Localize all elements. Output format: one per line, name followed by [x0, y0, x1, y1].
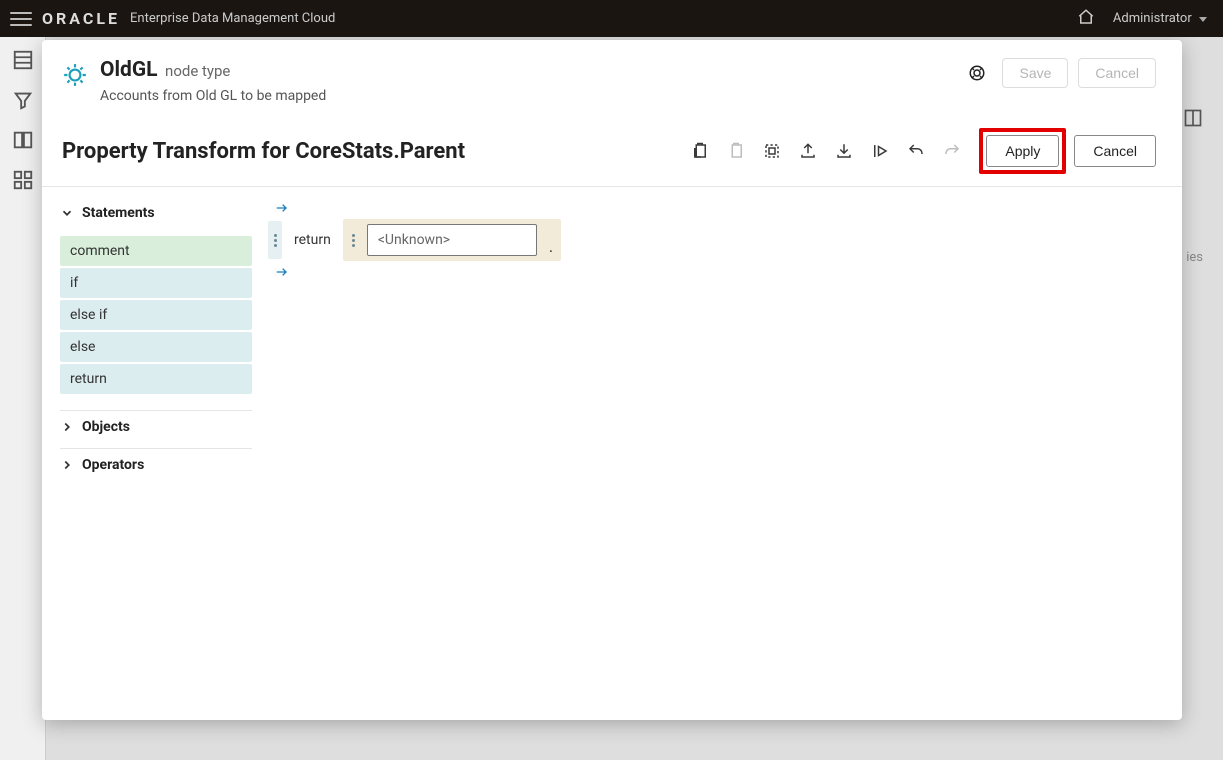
rail-apps-icon[interactable] — [12, 169, 34, 191]
title-suffix: node type — [165, 62, 230, 80]
user-menu[interactable]: Administrator — [1113, 11, 1207, 26]
palette-item-comment[interactable]: comment — [60, 236, 252, 266]
expression-value-box[interactable]: <Unknown> — [367, 224, 537, 256]
expression-canvas: return <Unknown> . — [252, 187, 1182, 720]
group-label-operators: Operators — [82, 457, 144, 473]
rail-views-icon[interactable] — [12, 49, 34, 71]
section-toolbar: Property Transform for CoreStats.Parent … — [42, 122, 1182, 187]
modal-body: Statements comment if else if else retur… — [42, 187, 1182, 720]
cancel-action-button[interactable]: Cancel — [1074, 135, 1156, 167]
export-icon[interactable] — [799, 142, 817, 160]
palette-items-statements: comment if else if else return — [60, 230, 252, 406]
property-transform-modal: OldGL node type Accounts from Old GL to … — [42, 40, 1182, 720]
bg-text-fragment: ies — [1186, 250, 1203, 265]
home-icon[interactable] — [1077, 8, 1095, 30]
group-label-statements: Statements — [82, 205, 155, 221]
undo-icon[interactable] — [907, 142, 925, 160]
statement-terminator: . — [549, 237, 553, 256]
import-icon[interactable] — [835, 142, 853, 160]
section-title: Property Transform for CoreStats.Parent — [62, 139, 691, 164]
user-name: Administrator — [1113, 11, 1192, 26]
palette-item-elseif[interactable]: else if — [60, 300, 252, 330]
insert-slot-top[interactable] — [260, 197, 1162, 219]
paste-icon[interactable] — [691, 142, 709, 160]
palette-group-operators[interactable]: Operators — [60, 449, 252, 482]
apply-highlight-frame: Apply — [979, 128, 1066, 174]
nodetype-icon — [62, 62, 88, 92]
rail-filter-icon[interactable] — [12, 89, 34, 111]
chevron-down-icon — [60, 206, 74, 220]
insert-slot-bottom[interactable] — [260, 261, 1162, 283]
help-icon[interactable] — [968, 64, 986, 82]
palette-item-if[interactable]: if — [60, 268, 252, 298]
chevron-right-icon — [60, 420, 74, 434]
expression-wrapper: <Unknown> . — [343, 219, 561, 261]
toolbar-icons — [691, 142, 961, 160]
save-button[interactable]: Save — [1002, 58, 1068, 88]
palette-item-return[interactable]: return — [60, 364, 252, 394]
select-all-icon[interactable] — [763, 142, 781, 160]
expression-value-text: <Unknown> — [378, 232, 450, 248]
group-label-objects: Objects — [82, 419, 130, 435]
hamburger-menu-icon[interactable] — [10, 8, 32, 30]
return-keyword: return — [288, 232, 337, 248]
redo-icon — [943, 142, 961, 160]
drag-handle-icon[interactable] — [268, 221, 282, 259]
palette-panel: Statements comment if else if else retur… — [42, 187, 252, 720]
run-icon[interactable] — [871, 142, 889, 160]
statement-row-return: return <Unknown> . — [260, 219, 1162, 261]
bg-layout-icon — [1183, 108, 1203, 132]
palette-group-objects[interactable]: Objects — [60, 411, 252, 444]
palette-item-else[interactable]: else — [60, 332, 252, 362]
drag-handle-icon[interactable] — [347, 224, 361, 256]
modal-title: OldGL node type — [100, 58, 968, 82]
left-rail — [0, 37, 46, 760]
global-header: ORACLE Enterprise Data Management Cloud … — [0, 0, 1223, 37]
cancel-top-button[interactable]: Cancel — [1078, 58, 1156, 88]
copy-disabled-icon — [727, 142, 745, 160]
palette-group-statements[interactable]: Statements — [60, 197, 252, 230]
apply-button[interactable]: Apply — [986, 135, 1059, 167]
brand-logo: ORACLE — [42, 9, 120, 28]
modal-subtitle: Accounts from Old GL to be mapped — [100, 88, 968, 104]
product-name: Enterprise Data Management Cloud — [130, 11, 335, 26]
chevron-down-icon — [1199, 17, 1207, 22]
rail-compare-icon[interactable] — [12, 129, 34, 151]
modal-header: OldGL node type Accounts from Old GL to … — [42, 40, 1182, 122]
chevron-right-icon — [60, 458, 74, 472]
title-main: OldGL — [100, 58, 158, 82]
